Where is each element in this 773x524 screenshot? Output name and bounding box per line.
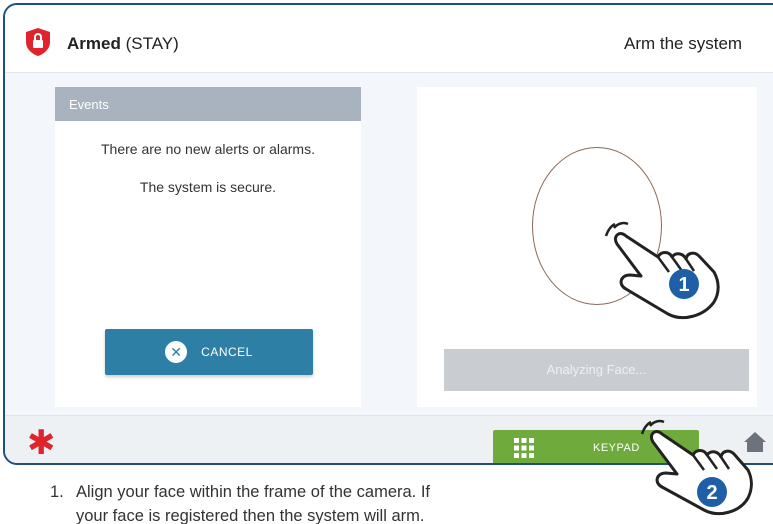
- instruction-number: 1.: [50, 483, 64, 501]
- armed-status: Armed (STAY): [67, 34, 179, 54]
- events-message: There are no new alerts or alarms.: [101, 141, 315, 157]
- callout-number-1: 1: [678, 274, 689, 296]
- pointing-hand-icon: 2: [640, 419, 753, 515]
- secure-message: The system is secure.: [139, 179, 277, 195]
- pointing-hand-icon: 1: [604, 221, 720, 319]
- cancel-button[interactable]: ✕ CANCEL: [105, 329, 313, 375]
- callout-number-2: 2: [706, 482, 717, 504]
- top-bar: Armed (STAY) Arm the system: [5, 5, 773, 73]
- cancel-label: CANCEL: [201, 345, 253, 359]
- instruction-text: 1. Align your face within the frame of th…: [50, 480, 610, 524]
- asterisk-icon[interactable]: ✱: [27, 426, 56, 460]
- instruction-line-1: Align your face within the frame of the …: [76, 483, 431, 501]
- shield-lock-icon[interactable]: [25, 27, 51, 57]
- grid-icon: [514, 438, 534, 458]
- x-circle-icon: ✕: [165, 341, 188, 363]
- events-panel: Events There are no new alerts or alarms…: [55, 87, 361, 407]
- events-header: Events: [55, 87, 361, 121]
- page-title: Arm the system: [624, 34, 743, 53]
- keypad-label: KEYPAD: [593, 442, 640, 454]
- armed-status-bold: Armed: [67, 34, 121, 53]
- armed-status-mode: (STAY): [125, 34, 179, 53]
- analyzing-face-bar: Analyzing Face...: [444, 349, 749, 391]
- instruction-line-2: your face is registered then the system …: [76, 507, 425, 524]
